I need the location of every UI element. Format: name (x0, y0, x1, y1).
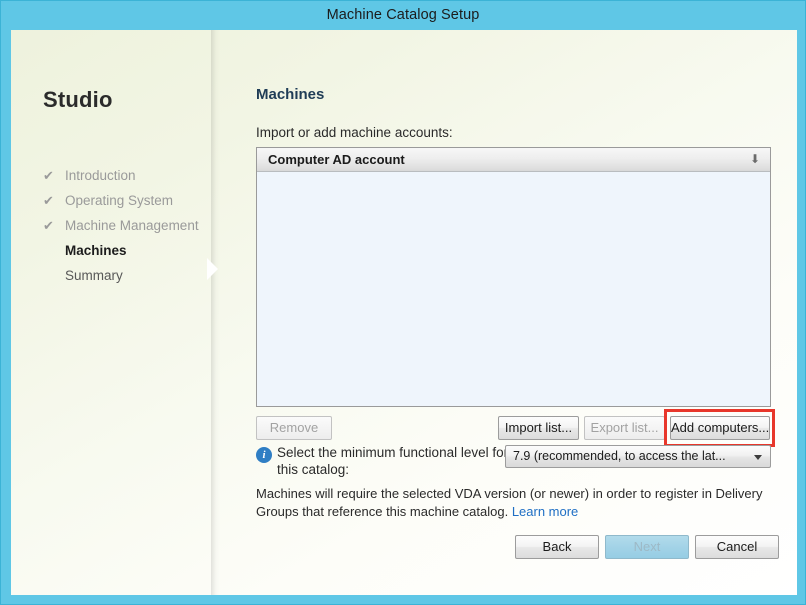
export-list-button[interactable]: Export list... (584, 416, 665, 440)
current-step-pointer-icon (207, 258, 218, 280)
main-panel: Machines Import or add machine accounts:… (220, 30, 797, 595)
vda-version-note: Machines will require the selected VDA v… (256, 485, 776, 521)
import-list-button[interactable]: Import list... (498, 416, 579, 440)
sidebar-item-label: Machines (65, 243, 127, 258)
back-button[interactable]: Back (515, 535, 599, 559)
sidebar-item-machines[interactable]: Machines (41, 238, 216, 263)
functional-level-select[interactable]: 7.9 (recommended, to access the lat... (505, 445, 771, 468)
cancel-button[interactable]: Cancel (695, 535, 779, 559)
sidebar-item-label: Machine Management (65, 218, 199, 233)
sidebar-item-label: Summary (65, 268, 123, 283)
check-icon: ✔ (43, 193, 54, 208)
page-title: Machines (256, 86, 325, 103)
wizard-step-list: ✔ Introduction ✔ Operating System ✔ Mach… (41, 163, 216, 288)
sidebar-item-introduction[interactable]: ✔ Introduction (41, 163, 216, 188)
machine-accounts-list[interactable]: Computer AD account ⬇ (256, 147, 771, 407)
check-icon: ✔ (43, 218, 54, 233)
column-header-label: Computer AD account (268, 152, 405, 167)
chevron-down-icon[interactable] (754, 455, 762, 460)
functional-level-value: 7.9 (recommended, to access the lat... (513, 449, 726, 463)
add-computers-button[interactable]: Add computers... (670, 416, 770, 440)
remove-button[interactable]: Remove (256, 416, 332, 440)
list-body-empty[interactable] (257, 172, 770, 406)
next-button[interactable]: Next (605, 535, 689, 559)
sidebar-item-machine-management[interactable]: ✔ Machine Management (41, 213, 216, 238)
info-icon: i (256, 447, 272, 463)
sidebar-item-label: Operating System (65, 193, 174, 208)
vda-version-note-text: Machines will require the selected VDA v… (256, 486, 763, 519)
studio-brand-label: Studio (43, 87, 113, 112)
sidebar-divider (211, 30, 220, 595)
wizard-sidebar: Studio ✔ Introduction ✔ Operating System… (11, 30, 211, 595)
dialog-window: Machine Catalog Setup Studio ✔ Introduct… (0, 0, 806, 605)
check-icon: ✔ (43, 168, 54, 183)
functional-level-label: Select the minimum functional level for … (277, 445, 509, 477)
sidebar-item-label: Introduction (65, 168, 136, 183)
dialog-client-area: Studio ✔ Introduction ✔ Operating System… (11, 30, 797, 595)
window-title: Machine Catalog Setup (1, 1, 805, 30)
learn-more-link[interactable]: Learn more (512, 504, 578, 519)
sidebar-item-operating-system[interactable]: ✔ Operating System (41, 188, 216, 213)
section-label: Import or add machine accounts: (256, 125, 453, 140)
sort-descending-icon[interactable]: ⬇ (750, 148, 760, 171)
sidebar-item-summary[interactable]: Summary (41, 263, 216, 288)
add-computers-highlight-box: Add computers... (664, 409, 775, 447)
list-column-header[interactable]: Computer AD account ⬇ (257, 148, 770, 172)
